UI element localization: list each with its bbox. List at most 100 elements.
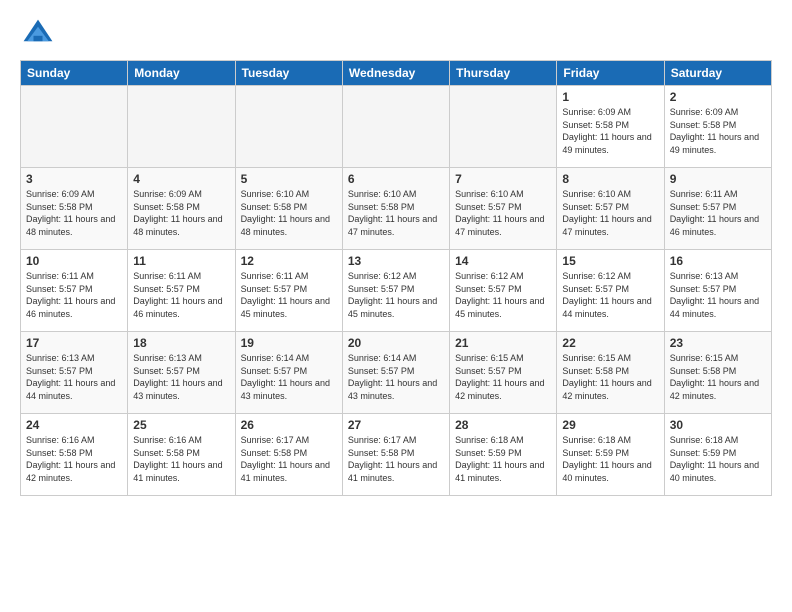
daylight-text: Daylight: 11 hours and 42 minutes. [562, 378, 651, 401]
day-info: Sunrise: 6:11 AMSunset: 5:57 PMDaylight:… [241, 270, 337, 320]
day-info: Sunrise: 6:17 AMSunset: 5:58 PMDaylight:… [241, 434, 337, 484]
calendar-week-3: 17Sunrise: 6:13 AMSunset: 5:57 PMDayligh… [21, 332, 772, 414]
calendar-cell: 17Sunrise: 6:13 AMSunset: 5:57 PMDayligh… [21, 332, 128, 414]
day-number: 2 [670, 90, 766, 104]
calendar-header-friday: Friday [557, 61, 664, 86]
day-number: 14 [455, 254, 551, 268]
day-info: Sunrise: 6:15 AM Sunset: 5:58 PM Daylight:… [562, 352, 658, 402]
logo [20, 16, 60, 52]
sunrise-text: Sunrise: 6:15 AM [670, 353, 739, 363]
sunrise-text: Sunrise: 6:13 AM [133, 353, 202, 363]
sunrise-text: Sunrise: 6:10 AM [455, 189, 524, 199]
sunrise-text: Sunrise: 6:18 AM [455, 435, 524, 445]
sunset-text: Sunset: 5:58 PM [348, 202, 415, 212]
day-info: Sunrise: 6:15 AMSunset: 5:57 PMDaylight:… [455, 352, 551, 402]
sunset-text: Sunset: 5:57 PM [348, 366, 415, 376]
sunset-text: Sunset: 5:58 PM [562, 366, 629, 376]
sunrise-text: Sunrise: 6:12 AM [348, 271, 417, 281]
day-number: 18 [133, 336, 229, 350]
calendar-cell: 9Sunrise: 6:11 AMSunset: 5:57 PMDaylight… [664, 168, 771, 250]
day-number: 7 [455, 172, 551, 186]
sunset-text: Sunset: 5:57 PM [455, 202, 522, 212]
daylight-text: Daylight: 11 hours and 41 minutes. [241, 460, 330, 483]
sunset-text: Sunset: 5:58 PM [26, 202, 93, 212]
sunset-text: Sunset: 5:57 PM [241, 284, 308, 294]
sunset-text: Sunset: 5:59 PM [562, 448, 629, 458]
day-number: 17 [26, 336, 122, 350]
day-info: Sunrise: 6:09 AMSunset: 5:58 PMDaylight:… [133, 188, 229, 238]
day-info: Sunrise: 6:10 AMSunset: 5:57 PMDaylight:… [455, 188, 551, 238]
day-number: 6 [348, 172, 444, 186]
sunrise-text: Sunrise: 6:15 AM [562, 353, 631, 363]
day-info: Sunrise: 6:11 AMSunset: 5:57 PMDaylight:… [26, 270, 122, 320]
logo-icon [20, 16, 56, 52]
calendar-header-sunday: Sunday [21, 61, 128, 86]
day-info: Sunrise: 6:16 AM Sunset: 5:58 PM Daylight:… [26, 434, 122, 484]
calendar-cell: 10Sunrise: 6:11 AMSunset: 5:57 PMDayligh… [21, 250, 128, 332]
calendar-cell: 14 Sunrise: 6:12 AMSunset: 5:57 PMDayligh… [450, 250, 557, 332]
calendar-header-wednesday: Wednesday [342, 61, 449, 86]
calendar-cell: 8Sunrise: 6:10 AMSunset: 5:57 PMDaylight… [557, 168, 664, 250]
daylight-text: Daylight: 11 hours and 44 minutes. [26, 378, 115, 401]
daylight-text: Daylight: 11 hours and 43 minutes. [348, 378, 437, 401]
calendar-cell: 3Sunrise: 6:09 AMSunset: 5:58 PMDaylight… [21, 168, 128, 250]
sunset-text: Sunset: 5:58 PM [670, 120, 737, 130]
sunset-text: Sunset: 5:57 PM [670, 284, 737, 294]
sunset-text: Sunset: 5:58 PM [133, 202, 200, 212]
sunrise-text: Sunrise: 6:11 AM [133, 271, 201, 281]
daylight-text: Daylight: 11 hours and 48 minutes. [241, 214, 330, 237]
calendar-week-1: 3Sunrise: 6:09 AMSunset: 5:58 PMDaylight… [21, 168, 772, 250]
daylight-text: Daylight: 11 hours and 40 minutes. [562, 460, 651, 483]
daylight-text: Daylight: 11 hours and 45 minutes. [241, 296, 330, 319]
calendar-cell: 26Sunrise: 6:17 AMSunset: 5:58 PMDayligh… [235, 414, 342, 496]
calendar-cell: 29Sunrise: 6:18 AMSunset: 5:59 PMDayligh… [557, 414, 664, 496]
sunset-text: Sunset: 5:58 PM [26, 448, 93, 458]
daylight-text: Daylight: 11 hours and 42 minutes. [26, 460, 115, 483]
day-number: 29 [562, 418, 658, 432]
header [20, 16, 772, 52]
day-number: 19 [241, 336, 337, 350]
daylight-text: Daylight: 11 hours and 46 minutes. [26, 296, 115, 319]
sunset-text: Sunset: 5:57 PM [455, 366, 522, 376]
sunrise-text: Sunrise: 6:14 AM [241, 353, 310, 363]
day-info: Sunrise: 6:13 AMSunset: 5:57 PMDaylight:… [133, 352, 229, 402]
calendar-cell: 16Sunrise: 6:13 AMSunset: 5:57 PMDayligh… [664, 250, 771, 332]
daylight-text: Daylight: 11 hours and 44 minutes. [562, 296, 651, 319]
calendar-cell [21, 86, 128, 168]
calendar-cell: 19 Sunrise: 6:14 AMSunset: 5:57 PMDayligh… [235, 332, 342, 414]
daylight-text: Daylight: 11 hours and 42 minutes. [455, 378, 544, 401]
sunrise-text: Sunrise: 6:13 AM [670, 271, 739, 281]
sunrise-text: Sunrise: 6:09 AM [670, 107, 739, 117]
calendar-header-monday: Monday [128, 61, 235, 86]
daylight-text: Daylight: 11 hours and 49 minutes. [670, 132, 759, 155]
daylight-text: Daylight: 11 hours and 41 minutes. [133, 460, 222, 483]
sunrise-text: Sunrise: 6:10 AM [348, 189, 417, 199]
sunset-text: Sunset: 5:57 PM [562, 202, 629, 212]
day-info: Sunrise: 6:11 AMSunset: 5:57 PMDaylight:… [133, 270, 229, 320]
sunrise-text: Sunrise: 6:11 AM [26, 271, 94, 281]
day-info: Sunrise: 6:09 AMSunset: 5:58 PMDaylight:… [562, 106, 658, 156]
day-number: 1 [562, 90, 658, 104]
sunset-text: Sunset: 5:59 PM [670, 448, 737, 458]
day-number: 15 [562, 254, 658, 268]
calendar-week-0: 1Sunrise: 6:09 AMSunset: 5:58 PMDaylight… [21, 86, 772, 168]
sunrise-text: Sunrise: 6:16 AM [26, 435, 95, 445]
calendar-cell [128, 86, 235, 168]
calendar: SundayMondayTuesdayWednesdayThursdayFrid… [20, 60, 772, 496]
day-info: Sunrise: 6:14 AMSunset: 5:57 PMDaylight:… [241, 352, 337, 402]
daylight-text: Daylight: 11 hours and 47 minutes. [562, 214, 651, 237]
daylight-text: Daylight: 11 hours and 43 minutes. [241, 378, 330, 401]
day-number: 24 [26, 418, 122, 432]
calendar-header-tuesday: Tuesday [235, 61, 342, 86]
sunset-text: Sunset: 5:58 PM [241, 448, 308, 458]
sunrise-text: Sunrise: 6:11 AM [670, 189, 738, 199]
calendar-cell: 23Sunrise: 6:15 AMSunset: 5:58 PMDayligh… [664, 332, 771, 414]
sunset-text: Sunset: 5:58 PM [133, 448, 200, 458]
day-info: Sunrise: 6:10 AMSunset: 5:58 PMDaylight:… [241, 188, 337, 238]
calendar-cell [342, 86, 449, 168]
day-info: Sunrise: 6:10 AMSunset: 5:58 PMDaylight:… [348, 188, 444, 238]
sunrise-text: Sunrise: 6:13 AM [26, 353, 95, 363]
day-info: Sunrise: 6:16 AMSunset: 5:58 PMDaylight:… [133, 434, 229, 484]
day-number: 4 [133, 172, 229, 186]
day-info: Sunrise: 6:12 AMSunset: 5:57 PMDaylight:… [455, 270, 551, 320]
